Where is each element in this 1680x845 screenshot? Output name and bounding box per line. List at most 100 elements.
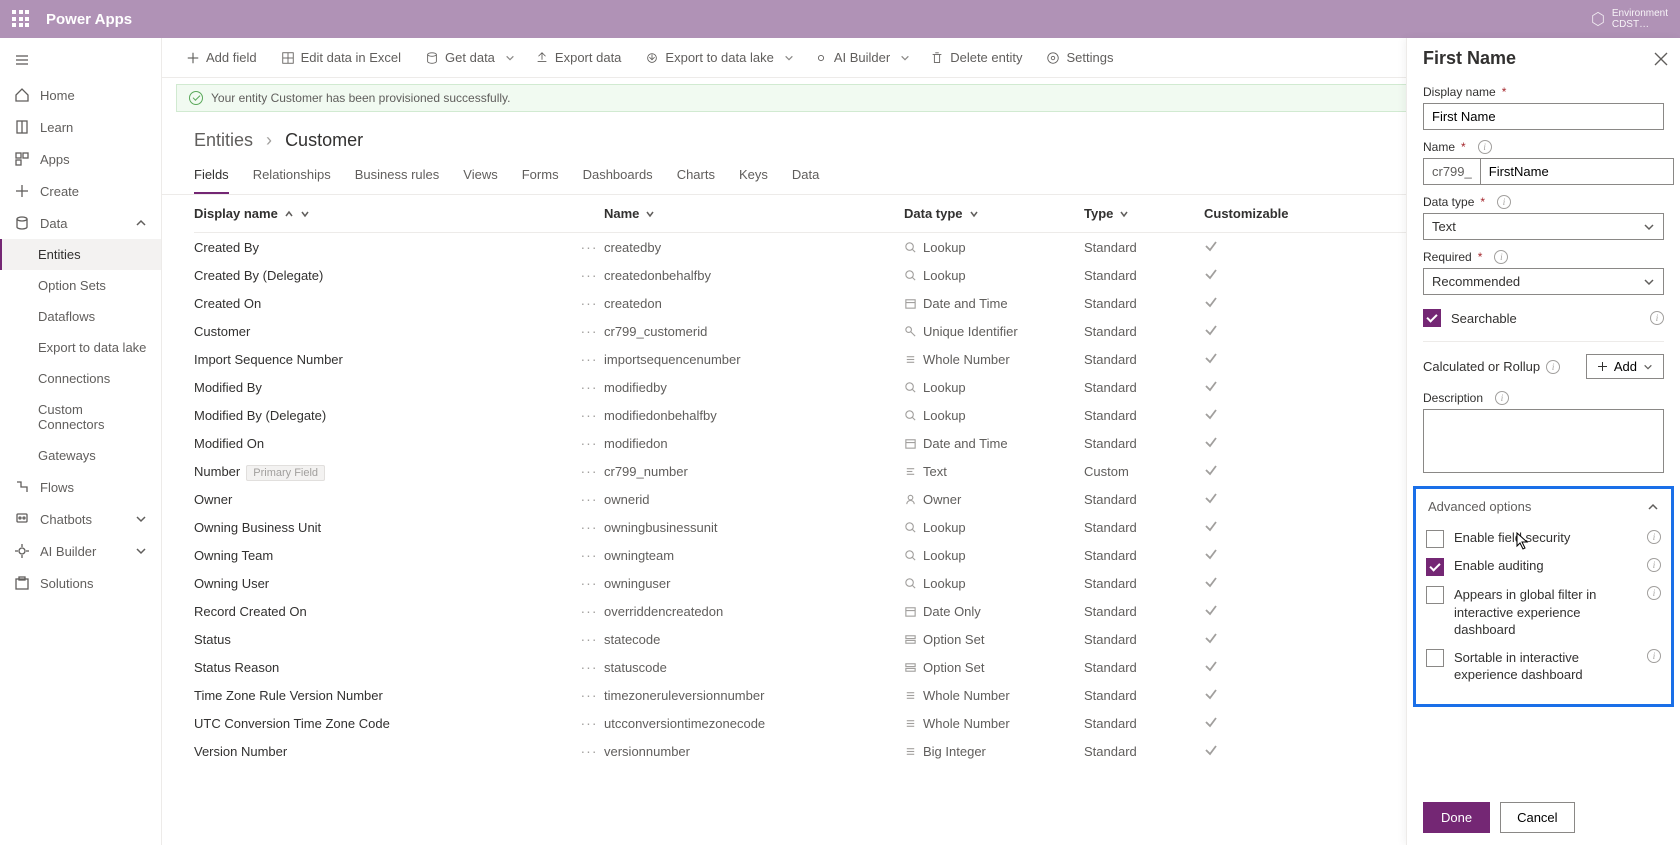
tab-views[interactable]: Views [463,161,497,194]
done-button[interactable]: Done [1423,802,1490,833]
cmd-export-lake[interactable]: Export to data lake [635,46,783,69]
info-icon[interactable] [1647,586,1661,600]
cmd-edit-excel[interactable]: Edit data in Excel [271,46,411,69]
tab-business-rules[interactable]: Business rules [355,161,440,194]
info-icon[interactable] [1478,140,1492,154]
row-more-icon[interactable]: ··· [574,575,604,591]
cmd-export-data[interactable]: Export data [525,46,632,69]
display-name-input[interactable] [1423,103,1664,130]
row-more-icon[interactable]: ··· [574,603,604,619]
nav-apps[interactable]: Apps [0,143,161,175]
row-more-icon[interactable]: ··· [574,631,604,647]
tab-fields[interactable]: Fields [194,161,229,194]
description-input[interactable] [1423,409,1664,473]
nav-data-option-sets[interactable]: Option Sets [0,270,161,301]
chevron-up-icon [1647,501,1659,513]
nav-home[interactable]: Home [0,79,161,111]
tab-relationships[interactable]: Relationships [253,161,331,194]
field-security-checkbox[interactable] [1426,530,1444,548]
waffle-icon[interactable] [12,10,30,28]
row-more-icon[interactable]: ··· [574,547,604,563]
nav-data[interactable]: Data [0,207,161,239]
row-more-icon[interactable]: ··· [574,351,604,367]
tab-charts[interactable]: Charts [677,161,715,194]
tab-data[interactable]: Data [792,161,819,194]
chevron-down-icon[interactable] [900,53,910,63]
row-more-icon[interactable]: ··· [574,743,604,759]
row-more-icon[interactable]: ··· [574,407,604,423]
row-more-icon[interactable]: ··· [574,715,604,731]
global-filter-checkbox[interactable] [1426,586,1444,604]
name-input[interactable] [1480,158,1674,185]
nav-chatbots[interactable]: Chatbots [0,503,161,535]
cmd-ai-builder[interactable]: AI Builder [804,46,900,69]
row-more-icon[interactable]: ··· [574,687,604,703]
row-more-icon[interactable]: ··· [574,323,604,339]
tab-forms[interactable]: Forms [522,161,559,194]
info-icon[interactable] [1497,195,1511,209]
cell-type: Standard [1084,296,1204,311]
required-select[interactable]: Recommended [1423,268,1664,295]
tab-dashboards[interactable]: Dashboards [583,161,653,194]
data-type-select[interactable]: Text [1423,213,1664,240]
searchable-checkbox[interactable] [1423,309,1441,327]
nav-ai-builder[interactable]: AI Builder [0,535,161,567]
cmd-settings[interactable]: Settings [1036,46,1123,69]
nav-collapse-button[interactable] [0,44,161,79]
nav-solutions[interactable]: Solutions [0,567,161,599]
chevron-down-icon [1643,362,1653,372]
cell-customizable [1204,351,1294,368]
nav-data-connections[interactable]: Connections [0,363,161,394]
cell-type: Standard [1084,380,1204,395]
col-customizable[interactable]: Customizable [1204,206,1294,221]
breadcrumb-root[interactable]: Entities [194,130,253,150]
nav-data-export-to-data-lake[interactable]: Export to data lake [0,332,161,363]
info-icon[interactable] [1495,391,1509,405]
cell-type: Standard [1084,576,1204,591]
info-icon[interactable] [1494,250,1508,264]
cell-name: cr799_customerid [604,324,904,339]
sortable-checkbox[interactable] [1426,649,1444,667]
row-more-icon[interactable]: ··· [574,519,604,535]
auditing-checkbox[interactable] [1426,558,1444,576]
nav-create[interactable]: Create [0,175,161,207]
row-more-icon[interactable]: ··· [574,659,604,675]
chevron-down-icon[interactable] [784,53,794,63]
col-data-type[interactable]: Data type [904,206,1084,221]
cmd-add-field[interactable]: Add field [176,46,267,69]
row-more-icon[interactable]: ··· [574,491,604,507]
row-more-icon[interactable]: ··· [574,463,604,479]
row-more-icon[interactable]: ··· [574,239,604,255]
info-icon[interactable] [1647,530,1661,544]
environment-picker[interactable]: EnvironmentCDST… [1590,8,1668,30]
cell-display-name: Version Number [194,744,574,759]
cmd-delete-entity[interactable]: Delete entity [920,46,1032,69]
info-icon[interactable] [1647,649,1661,663]
row-more-icon[interactable]: ··· [574,435,604,451]
close-icon[interactable] [1654,52,1668,66]
nav-flows[interactable]: Flows [0,471,161,503]
info-icon[interactable] [1546,360,1560,374]
row-more-icon[interactable]: ··· [574,379,604,395]
nav-learn[interactable]: Learn [0,111,161,143]
cmd-get-data[interactable]: Get data [415,46,505,69]
info-icon[interactable] [1647,558,1661,572]
nav-data-gateways[interactable]: Gateways [0,440,161,471]
col-display-name[interactable]: Display name [194,206,574,221]
nav-data-entities[interactable]: Entities [0,239,161,270]
datatype-icon [904,381,917,394]
row-more-icon[interactable]: ··· [574,267,604,283]
plus-icon [14,183,30,199]
col-type[interactable]: Type [1084,206,1204,221]
info-icon[interactable] [1650,311,1664,325]
nav-data-dataflows[interactable]: Dataflows [0,301,161,332]
add-calc-button[interactable]: Add [1586,354,1664,379]
row-more-icon[interactable]: ··· [574,295,604,311]
tab-keys[interactable]: Keys [739,161,768,194]
advanced-options-toggle[interactable]: Advanced options [1426,499,1661,520]
col-name[interactable]: Name [604,206,904,221]
nav-data-custom-connectors[interactable]: Custom Connectors [0,394,161,440]
cancel-button[interactable]: Cancel [1500,802,1574,833]
ai-icon [14,543,30,559]
chevron-down-icon[interactable] [505,53,515,63]
